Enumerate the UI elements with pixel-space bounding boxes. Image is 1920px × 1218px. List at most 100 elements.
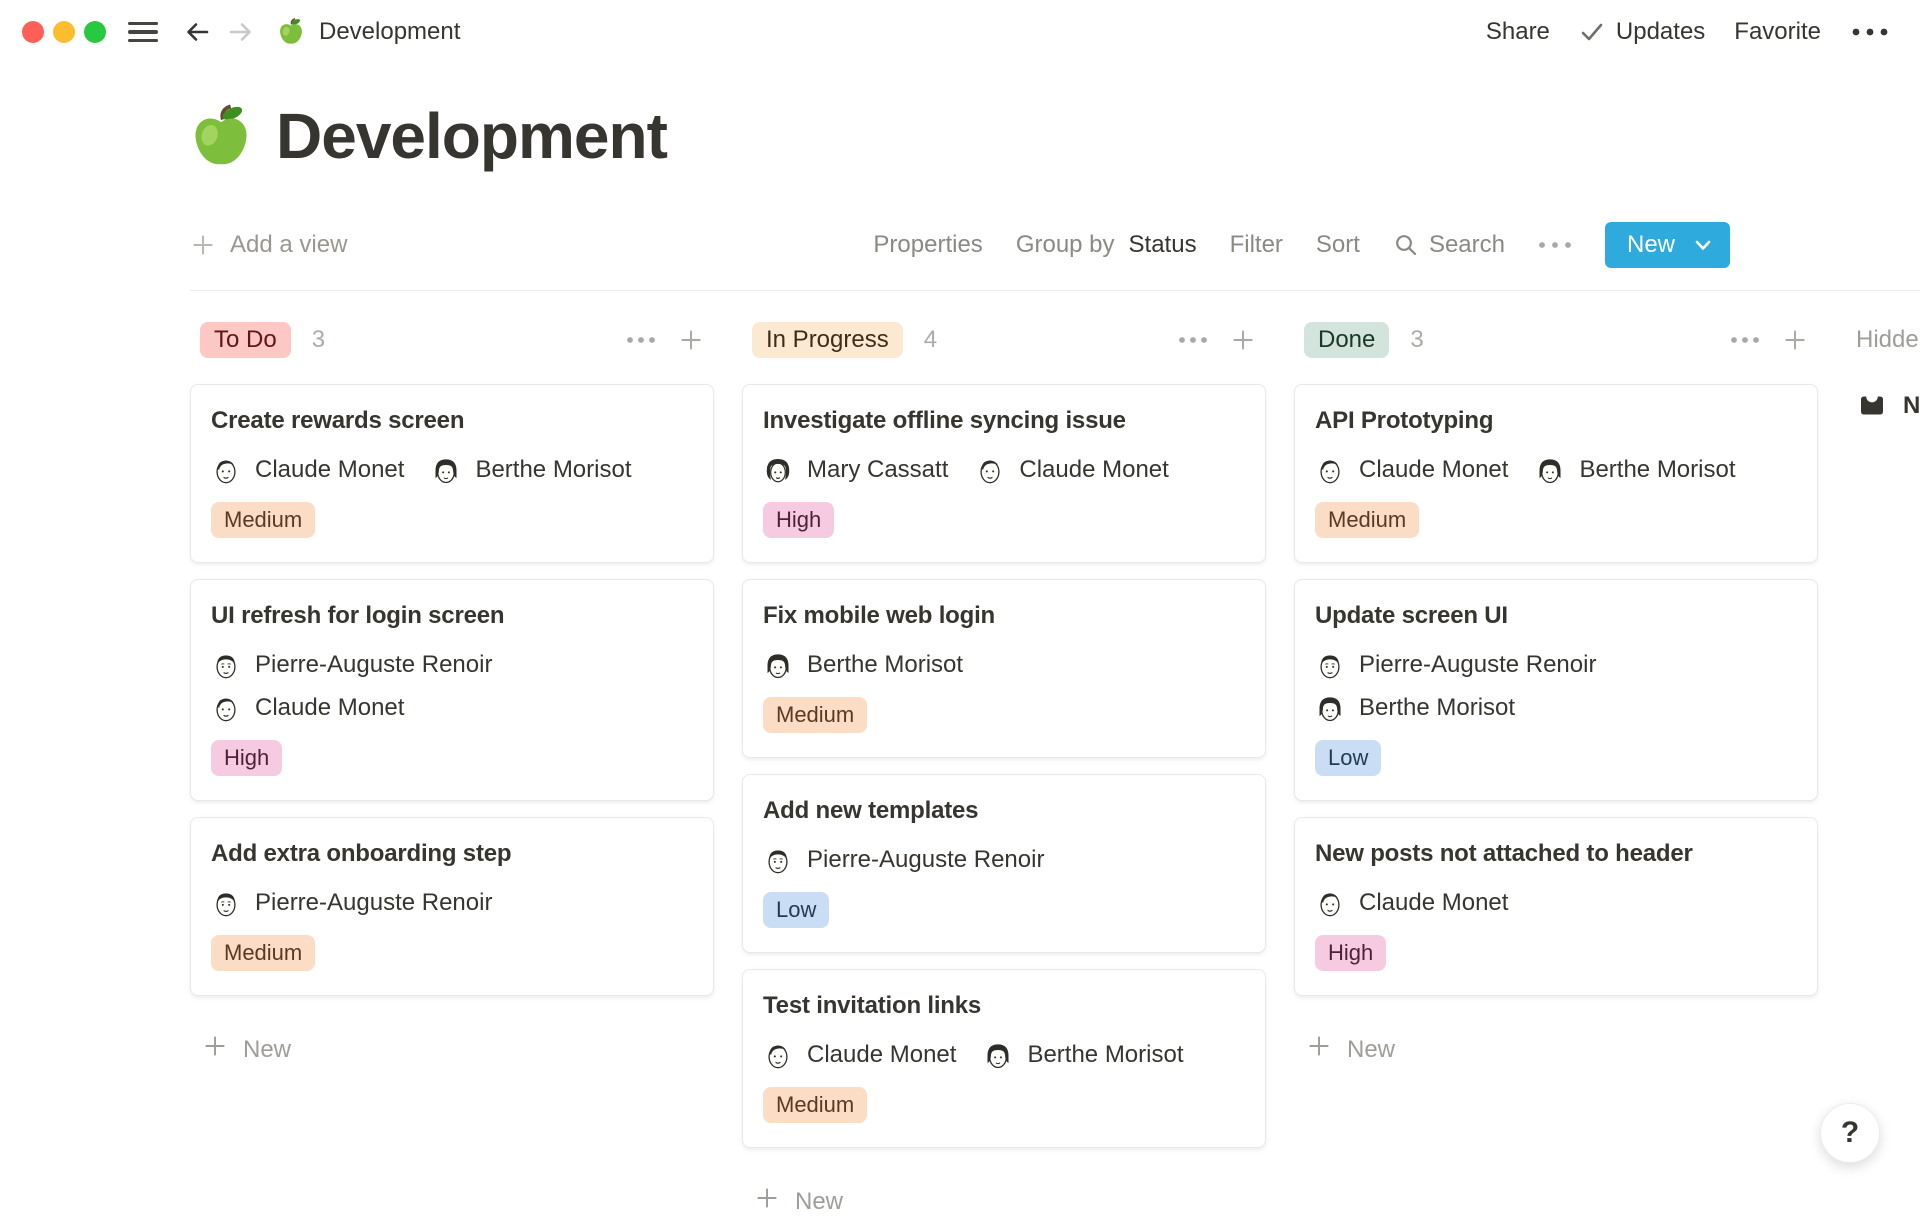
board-column-inprogress: In Progress 4 Investigate offline syncing …	[742, 322, 1266, 1218]
card-assignees: Claude Monet	[1315, 888, 1797, 918]
add-view-button[interactable]: Add a view	[190, 231, 347, 259]
window-titlebar: Development Share Updates Favorite	[0, 0, 1920, 64]
chevron-down-icon[interactable]	[1692, 234, 1714, 256]
kanban-card[interactable]: UI refresh for login screenPierre-August…	[190, 579, 714, 801]
new-card-button[interactable]: New	[202, 1033, 714, 1066]
priority-badge: High	[211, 740, 282, 776]
assignee-name: Claude Monet	[1019, 456, 1168, 484]
more-icon	[1850, 27, 1890, 37]
assignee: Berthe Morisot	[983, 1040, 1183, 1070]
new-button[interactable]: New	[1605, 222, 1730, 268]
more-icon	[1538, 241, 1572, 249]
search-icon	[1393, 232, 1419, 258]
window-more-button[interactable]	[1850, 27, 1890, 37]
window-controls	[22, 21, 106, 43]
favorite-button[interactable]: Favorite	[1734, 18, 1821, 46]
column-card-count: 4	[924, 326, 937, 354]
column-header: To Do3	[190, 322, 714, 358]
hidden-group-column: Hidden No Status	[1846, 322, 1920, 422]
window-zoom-button[interactable]	[84, 21, 106, 43]
updates-button[interactable]: Updates	[1579, 18, 1705, 46]
card-title: Test invitation links	[763, 991, 1245, 1021]
avatar-morisot-icon	[1535, 455, 1565, 485]
assignee-name: Berthe Morisot	[1359, 694, 1515, 722]
card-assignees: Berthe Morisot	[763, 650, 1245, 680]
assignee: Pierre-Auguste Renoir	[211, 888, 492, 918]
priority-badge: High	[763, 502, 834, 538]
assignee: Claude Monet	[763, 1040, 956, 1070]
forward-arrow-icon[interactable]	[226, 17, 256, 47]
column-more-icon[interactable]	[1178, 336, 1208, 344]
page-title[interactable]: Development	[276, 100, 667, 172]
avatar-renoir-icon	[211, 650, 241, 680]
kanban-card[interactable]: Add extra onboarding stepPierre-Auguste …	[190, 817, 714, 996]
search-button[interactable]: Search	[1393, 231, 1505, 259]
avatar-morisot-icon	[983, 1040, 1013, 1070]
card-title: Add new templates	[763, 796, 1245, 826]
column-status-badge[interactable]: In Progress	[752, 322, 903, 358]
assignee: Claude Monet	[975, 455, 1168, 485]
board-column-todo: To Do3 Create rewards screenClaude MonetB…	[190, 322, 714, 1066]
avatar-morisot-icon	[1315, 693, 1345, 723]
column-cards: API PrototypingClaude MonetBerthe Moriso…	[1294, 384, 1818, 996]
kanban-card[interactable]: New posts not attached to headerClaude M…	[1294, 817, 1818, 996]
card-assignees: Mary CassattClaude Monet	[763, 455, 1245, 485]
avatar-morisot-icon	[431, 455, 461, 485]
new-card-label: New	[243, 1036, 291, 1064]
hidden-group-label[interactable]: Hidden	[1846, 322, 1920, 358]
window-minimize-button[interactable]	[53, 21, 75, 43]
window-close-button[interactable]	[22, 21, 44, 43]
priority-badge: Low	[1315, 740, 1381, 776]
assignee-name: Berthe Morisot	[475, 456, 631, 484]
column-more-icon[interactable]	[1730, 336, 1760, 344]
new-card-button[interactable]: New	[1306, 1033, 1818, 1066]
column-add-card-icon[interactable]	[678, 327, 704, 353]
priority-badge: High	[1315, 935, 1386, 971]
group-by-button[interactable]: Group byStatus	[1016, 231, 1197, 259]
assignee: Berthe Morisot	[431, 455, 631, 485]
priority-badge: Medium	[763, 697, 867, 733]
share-button[interactable]: Share	[1486, 18, 1550, 46]
avatar-monet-icon	[211, 455, 241, 485]
assignee-name: Berthe Morisot	[807, 651, 963, 679]
card-assignees: Claude MonetBerthe Morisot	[1315, 455, 1797, 485]
properties-button[interactable]: Properties	[873, 231, 982, 259]
toolbar-more-button[interactable]	[1538, 241, 1572, 249]
kanban-card[interactable]: Investigate offline syncing issueMary Ca…	[742, 384, 1266, 563]
column-cards: Investigate offline syncing issueMary Ca…	[742, 384, 1266, 1148]
kanban-card[interactable]: API PrototypingClaude MonetBerthe Moriso…	[1294, 384, 1818, 563]
column-header-actions	[1730, 327, 1818, 353]
help-button[interactable]: ?	[1820, 1103, 1880, 1163]
column-add-card-icon[interactable]	[1782, 327, 1808, 353]
column-header: Done3	[1294, 322, 1818, 358]
assignee-name: Claude Monet	[255, 694, 404, 722]
avatar-renoir-icon	[1315, 650, 1345, 680]
filter-button[interactable]: Filter	[1230, 231, 1283, 259]
column-add-card-icon[interactable]	[1230, 327, 1256, 353]
avatar-renoir-icon	[763, 845, 793, 875]
assignee-name: Pierre-Auguste Renoir	[255, 651, 492, 679]
card-assignees: Pierre-Auguste Renoir	[763, 845, 1245, 875]
assignee-name: Pierre-Auguste Renoir	[807, 846, 1044, 874]
column-status-badge[interactable]: To Do	[200, 322, 291, 358]
hidden-group-item-no-status[interactable]: No Status	[1856, 390, 1920, 422]
sidebar-menu-icon[interactable]	[128, 22, 158, 43]
kanban-card[interactable]: Fix mobile web loginBerthe MorisotMedium	[742, 579, 1266, 758]
kanban-card[interactable]: Add new templatesPierre-Auguste RenoirLo…	[742, 774, 1266, 953]
assignee-name: Berthe Morisot	[1027, 1041, 1183, 1069]
kanban-card[interactable]: Create rewards screenClaude MonetBerthe …	[190, 384, 714, 563]
assignee: Claude Monet	[1315, 888, 1508, 918]
assignee: Berthe Morisot	[1535, 455, 1735, 485]
page-emoji-green-apple-icon[interactable]	[186, 102, 256, 172]
column-more-icon[interactable]	[626, 336, 656, 344]
sort-button[interactable]: Sort	[1316, 231, 1360, 259]
breadcrumb[interactable]: Development	[276, 17, 460, 47]
kanban-card[interactable]: Test invitation links Claude Monet Berthe …	[742, 969, 1266, 1148]
new-card-button[interactable]: New	[754, 1185, 1266, 1218]
kanban-card[interactable]: Update screen UIPierre-Auguste RenoirBer…	[1294, 579, 1818, 801]
priority-badge: Medium	[211, 502, 315, 538]
group-by-value: Status	[1129, 231, 1197, 259]
back-arrow-icon[interactable]	[182, 17, 212, 47]
assignee: Berthe Morisot	[763, 650, 963, 680]
column-status-badge[interactable]: Done	[1304, 322, 1389, 358]
